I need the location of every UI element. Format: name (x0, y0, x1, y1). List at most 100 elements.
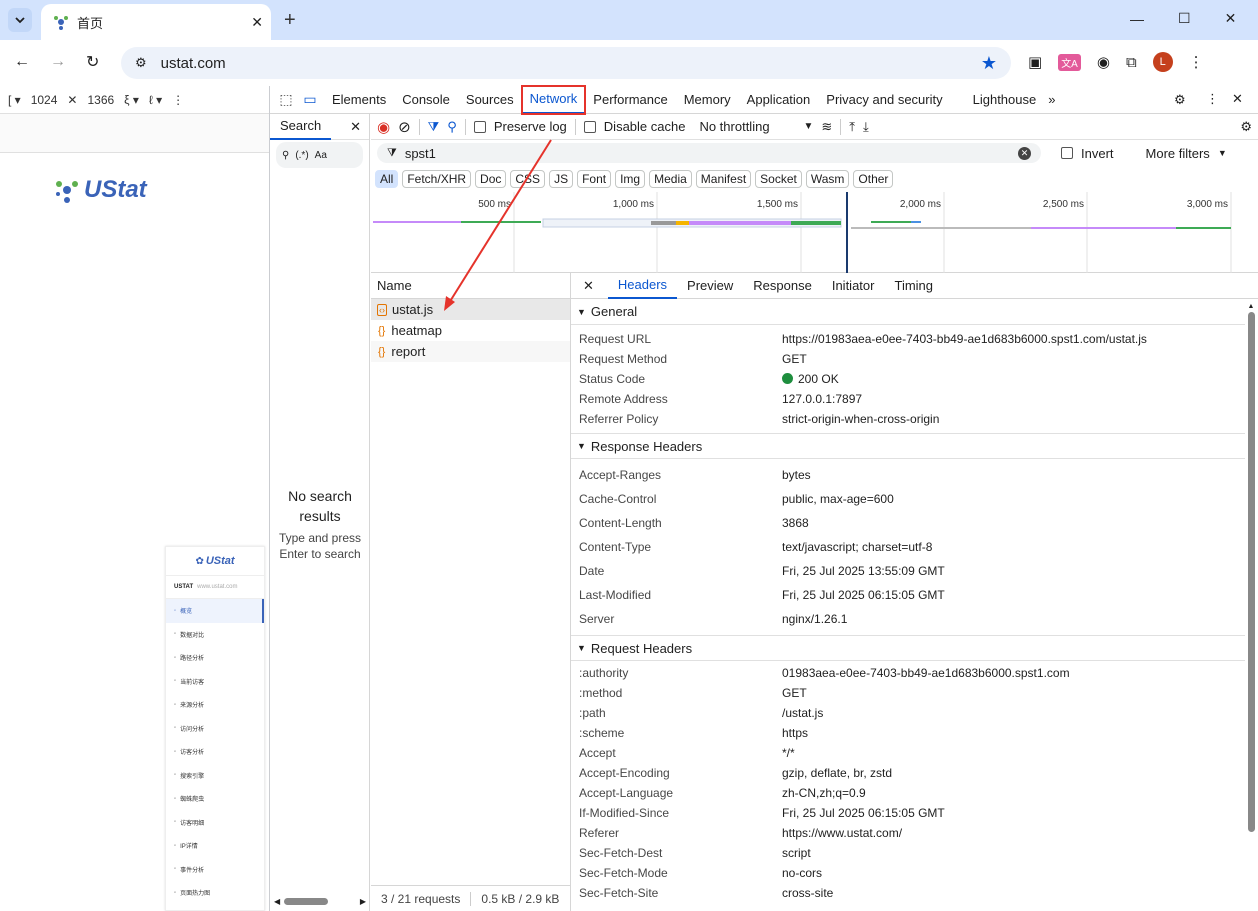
header-value[interactable]: https (782, 726, 808, 740)
header-value[interactable]: https://www.ustat.com/ (782, 826, 902, 840)
device-height[interactable]: 1366 (87, 93, 114, 107)
avatar[interactable]: L (1152, 52, 1173, 72)
detail-tab-timing[interactable]: Timing (884, 273, 943, 299)
detail-tab-preview[interactable]: Preview (677, 273, 743, 299)
tab-memory[interactable]: Memory (676, 86, 739, 114)
type-filter-manifest[interactable]: Manifest (695, 170, 752, 188)
network-conditions-icon[interactable]: ≋ (821, 119, 832, 135)
forward-icon[interactable]: → (50, 53, 66, 71)
tab-sources[interactable]: Sources (458, 86, 522, 114)
header-value[interactable]: 127.0.0.1:7897 (782, 392, 862, 406)
devtools-settings-icon[interactable]: ⚙ (1174, 92, 1186, 108)
search-scrollbar[interactable]: ◀ ▶ (274, 894, 366, 908)
request-section-header[interactable]: ▼ Request Headers (571, 635, 1245, 661)
type-filter-other[interactable]: Other (853, 170, 894, 188)
more-tabs-icon[interactable]: » (1048, 92, 1055, 107)
table-row[interactable]: {} report (371, 341, 570, 362)
export-har-icon[interactable]: ⤓ (863, 119, 869, 135)
search-network-icon[interactable]: ⚲ (447, 119, 457, 135)
clear-icon[interactable]: ⊘ (398, 118, 411, 136)
header-value[interactable]: gzip, deflate, br, zstd (782, 766, 892, 780)
puzzle-extensions-icon[interactable]: ⧉ (1126, 54, 1137, 71)
detail-tab-headers[interactable]: Headers (607, 273, 678, 299)
regex-toggle[interactable]: (.*) (295, 150, 308, 161)
devtools-menu-icon[interactable]: ⋮ (1206, 91, 1219, 107)
header-value[interactable]: */* (782, 746, 795, 760)
browser-menu-icon[interactable]: ⋮ (1189, 53, 1204, 71)
header-value[interactable]: script (782, 846, 811, 860)
name-column-header[interactable]: Name (371, 273, 570, 299)
search-tab[interactable]: Search (270, 114, 332, 140)
header-value[interactable]: 01983aea-e0ee-7403-bb49-ae1d683b6000.sps… (782, 666, 1070, 680)
new-tab-button[interactable]: + (284, 9, 296, 32)
record-icon[interactable]: ◉ (377, 118, 390, 136)
reload-icon[interactable]: ↻ (86, 52, 99, 72)
throttle-dropdown-icon[interactable]: ℓ ▾ (149, 93, 162, 107)
detail-close-icon[interactable]: ✕ (583, 278, 594, 294)
site-settings-icon[interactable]: ⚙ (135, 55, 147, 71)
network-settings-icon[interactable]: ⚙ (1240, 119, 1252, 135)
minimize-icon[interactable]: ― (1130, 11, 1144, 27)
header-value[interactable]: zh-CN,zh;q=0.9 (782, 786, 866, 800)
devtools-close-icon[interactable]: ✕ (1232, 91, 1243, 107)
inspect-element-icon[interactable]: ⬚ (274, 88, 298, 112)
bookmark-star-icon[interactable]: ★ (981, 53, 997, 74)
disable-cache-checkbox[interactable] (583, 120, 596, 133)
type-filter-media[interactable]: Media (649, 170, 692, 188)
header-value[interactable]: Fri, 25 Jul 2025 06:15:05 GMT (782, 806, 945, 820)
tab-elements[interactable]: Elements (324, 86, 394, 114)
general-section-header[interactable]: ▼ General (571, 299, 1245, 325)
tab-search-button[interactable] (8, 8, 32, 32)
header-value[interactable]: Fri, 25 Jul 2025 13:55:09 GMT (782, 564, 945, 578)
import-har-icon[interactable]: ⤒ (849, 119, 855, 135)
device-toggle-icon[interactable]: ▭ (298, 88, 322, 112)
more-filters-dropdown[interactable]: More filters (1146, 146, 1210, 161)
filter-icon[interactable]: ⧩ (428, 119, 440, 135)
more-options-icon[interactable]: ⋮ (172, 93, 184, 107)
tab-close-icon[interactable]: ✕ (251, 14, 263, 31)
window-close-icon[interactable]: ✕ (1225, 10, 1237, 27)
header-value[interactable]: GET (782, 352, 807, 366)
filter-input[interactable]: ⧩ spst1 ✕ (377, 143, 1041, 163)
device-width[interactable]: 1024 (31, 93, 58, 107)
header-value[interactable]: 3868 (782, 516, 809, 530)
throttling-select[interactable]: No throttling (699, 119, 795, 134)
header-value[interactable]: https://01983aea-e0ee-7403-bb49-ae1d683b… (782, 332, 1147, 346)
table-row[interactable]: ‹› ustat.js (371, 299, 570, 320)
tab-lighthouse[interactable]: Lighthouse (965, 86, 1045, 114)
type-filter-fetchxhr[interactable]: Fetch/XHR (402, 170, 472, 188)
device-dropdown-icon[interactable]: [ ▾ (8, 93, 21, 107)
header-value[interactable]: bytes (782, 468, 811, 482)
type-filter-img[interactable]: Img (615, 170, 646, 188)
tab-network[interactable]: Network (520, 84, 587, 115)
type-filter-socket[interactable]: Socket (755, 170, 802, 188)
case-toggle[interactable]: Aa (315, 150, 327, 161)
table-row[interactable]: {} heatmap (371, 320, 570, 341)
type-filter-all[interactable]: All (375, 170, 399, 188)
browser-tab[interactable]: 首页 ✕ (41, 4, 271, 40)
header-value[interactable]: GET (782, 686, 807, 700)
detail-tab-initiator[interactable]: Initiator (822, 273, 885, 299)
tab-application[interactable]: Application (739, 86, 819, 114)
detail-scrollbar[interactable]: ▲ (1246, 303, 1256, 901)
header-value[interactable]: Fri, 25 Jul 2025 06:15:05 GMT (782, 588, 945, 602)
camera-icon[interactable]: ◉ (1097, 53, 1110, 71)
tab-privacy-and-security[interactable]: Privacy and security (818, 86, 950, 114)
header-value[interactable]: strict-origin-when-cross-origin (782, 412, 939, 426)
header-value[interactable]: nginx/1.26.1 (782, 612, 847, 626)
type-filter-css[interactable]: CSS (510, 170, 546, 188)
extension-icon[interactable]: ▣ (1028, 53, 1042, 71)
detail-tab-response[interactable]: Response (743, 273, 822, 299)
tab-performance[interactable]: Performance (585, 86, 675, 114)
preserve-log-checkbox[interactable] (473, 120, 486, 133)
header-value[interactable]: text/javascript; charset=utf-8 (782, 540, 932, 554)
translate-extension-icon[interactable]: 文A (1058, 53, 1081, 71)
address-bar[interactable]: ⚙ ustat.com ★ (121, 47, 1011, 79)
filter-value[interactable]: spst1 (405, 146, 1010, 161)
header-value[interactable]: cross-site (782, 886, 833, 900)
invert-checkbox[interactable] (1061, 147, 1073, 159)
maximize-icon[interactable]: ☐ (1178, 10, 1191, 27)
response-section-header[interactable]: ▼ Response Headers (571, 433, 1245, 459)
search-input[interactable]: ⚲ (.*) Aa (276, 142, 363, 168)
zoom-dropdown-icon[interactable]: ξ ▾ (124, 93, 139, 107)
